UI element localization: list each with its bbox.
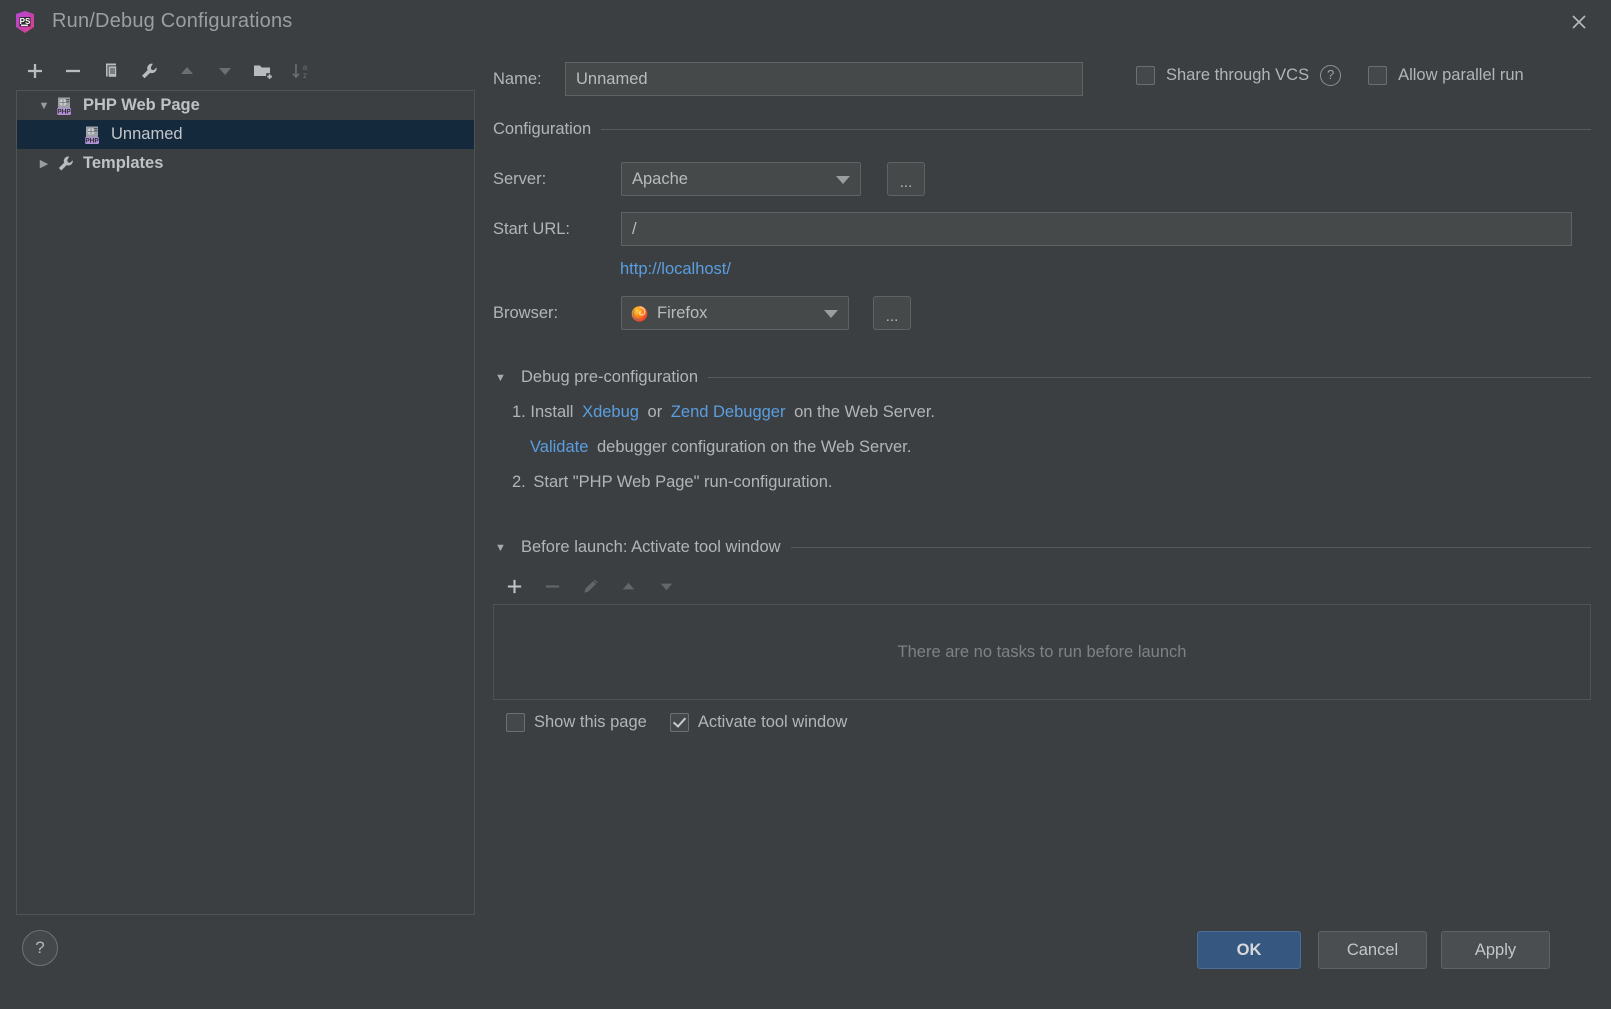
debug-preconfiguration-group-header: ▼ Debug pre-configuration [495, 368, 1591, 387]
chevron-down-icon [824, 310, 838, 318]
remove-task-button[interactable] [533, 570, 571, 602]
php-web-page-icon: PHP [55, 96, 77, 116]
chevron-down-icon [836, 176, 850, 184]
task-move-up-button[interactable] [609, 570, 647, 602]
name-label: Name: [493, 69, 542, 88]
start-url-row: Start URL: [493, 212, 1572, 246]
configurations-tree[interactable]: ▼ PHP PHP Web Page PHP Unnamed ▶ Templat… [16, 90, 475, 915]
no-tasks-message: There are no tasks to run before launch [897, 642, 1187, 661]
resolved-url-link[interactable]: http://localhost/ [620, 260, 731, 278]
chevron-right-icon[interactable]: ▶ [33, 157, 55, 170]
validate-link[interactable]: Validate [530, 438, 588, 456]
before-launch-toolbar [495, 570, 685, 602]
tree-node-unnamed[interactable]: PHP Unnamed [17, 120, 474, 149]
server-combobox[interactable]: Apache [621, 162, 861, 196]
svg-text:PHP: PHP [85, 137, 99, 144]
ok-button[interactable]: OK [1197, 931, 1301, 969]
allow-parallel-run-label[interactable]: Allow parallel run [1398, 66, 1524, 85]
page-title: Run/Debug Configurations [52, 10, 293, 32]
tree-node-templates[interactable]: ▶ Templates [17, 149, 474, 178]
browser-combobox[interactable]: Firefox [621, 296, 849, 330]
svg-text:z: z [303, 71, 307, 80]
server-selected-value: Apache [632, 169, 688, 188]
configurations-toolbar: a z [16, 52, 476, 90]
validate-tail-text: debugger configuration on the Web Server… [597, 438, 912, 456]
pencil-icon[interactable] [571, 570, 609, 602]
run-debug-configurations-dialog: PS Run/Debug Configurations a z ▼ PHP PH… [0, 0, 1611, 1009]
browser-browse-button[interactable]: ... [873, 296, 911, 330]
share-through-vcs-label[interactable]: Share through VCS [1166, 66, 1309, 85]
wrench-icon[interactable] [130, 54, 168, 88]
sort-az-icon[interactable]: a z [282, 54, 320, 88]
group-divider [601, 129, 1591, 130]
step-1-install-text: Install [530, 403, 574, 421]
tree-node-label: PHP Web Page [83, 96, 200, 114]
step-1-tail-text: on the Web Server. [794, 403, 936, 421]
phpstorm-logo-icon: PS [11, 8, 39, 36]
configuration-group-title: Configuration [493, 120, 592, 138]
title-bar: PS Run/Debug Configurations [0, 0, 1611, 44]
before-launch-tasks-list[interactable]: There are no tasks to run before launch [493, 604, 1591, 700]
apply-button[interactable]: Apply [1441, 931, 1550, 969]
move-up-button[interactable] [168, 54, 206, 88]
show-this-page-checkbox[interactable] [506, 713, 525, 732]
server-row: Server: Apache ... [493, 162, 925, 196]
debug-preconfiguration-title: Debug pre-configuration [521, 368, 699, 386]
vcs-options: Share through VCS ? Allow parallel run [1136, 65, 1524, 86]
chevron-down-icon[interactable]: ▼ [495, 372, 509, 384]
step-1-number: 1. [512, 403, 526, 421]
svg-text:PHP: PHP [57, 108, 71, 115]
firefox-icon [630, 304, 649, 323]
server-browse-button[interactable]: ... [887, 162, 925, 196]
step-1-or-text: or [647, 403, 663, 421]
chevron-down-icon[interactable]: ▼ [33, 100, 55, 112]
remove-configuration-button[interactable] [54, 54, 92, 88]
chevron-down-icon[interactable]: ▼ [495, 542, 509, 554]
copy-configuration-button[interactable] [92, 54, 130, 88]
group-divider [708, 377, 1591, 378]
allow-parallel-run-checkbox[interactable] [1368, 66, 1388, 85]
debug-step-2: 2. Start "PHP Web Page" run-configuratio… [512, 473, 832, 492]
php-web-page-icon: PHP [83, 125, 105, 145]
resolved-url-row: http://localhost/ [620, 260, 731, 279]
browser-row: Browser: Firefox ... [493, 296, 911, 330]
cancel-button[interactable]: Cancel [1318, 931, 1427, 969]
tree-node-php-web-page[interactable]: ▼ PHP PHP Web Page [17, 91, 474, 120]
group-divider [790, 547, 1591, 548]
task-move-down-button[interactable] [647, 570, 685, 602]
validate-row: Validate debugger configuration on the W… [530, 438, 911, 457]
before-launch-title: Before launch: Activate tool window [521, 538, 781, 556]
server-label: Server: [493, 169, 547, 188]
bottom-options: Show this page Activate tool window [506, 713, 847, 732]
question-mark-icon[interactable]: ? [1320, 65, 1342, 86]
name-input[interactable] [565, 62, 1083, 96]
step-2-text: Start "PHP Web Page" run-configuration. [533, 473, 833, 491]
step-2-number: 2. [512, 473, 526, 491]
activate-tool-window-checkbox[interactable] [669, 713, 689, 732]
before-launch-group-header: ▼ Before launch: Activate tool window [495, 538, 1591, 557]
xdebug-link[interactable]: Xdebug [582, 403, 639, 421]
move-down-button[interactable] [206, 54, 244, 88]
browser-selected-value: Firefox [657, 303, 708, 322]
start-url-label: Start URL: [493, 219, 571, 238]
wrench-icon [55, 154, 77, 174]
folder-add-icon[interactable] [244, 54, 282, 88]
add-task-button[interactable] [495, 570, 533, 602]
share-through-vcs-checkbox[interactable] [1136, 66, 1155, 85]
start-url-input[interactable] [621, 212, 1572, 246]
configuration-group-header: Configuration [493, 120, 1591, 139]
debug-step-1: 1. Install Xdebug or Zend Debugger on th… [512, 403, 935, 422]
add-configuration-button[interactable] [16, 54, 54, 88]
tree-node-label: Unnamed [111, 125, 183, 143]
activate-tool-window-label[interactable]: Activate tool window [698, 713, 848, 732]
browser-label: Browser: [493, 303, 559, 322]
show-this-page-label[interactable]: Show this page [534, 713, 647, 732]
tree-node-label: Templates [83, 154, 164, 172]
zend-debugger-link[interactable]: Zend Debugger [671, 403, 786, 421]
help-button[interactable]: ? [22, 930, 58, 966]
name-row: Name: [493, 62, 1083, 96]
close-icon[interactable] [1561, 6, 1597, 38]
